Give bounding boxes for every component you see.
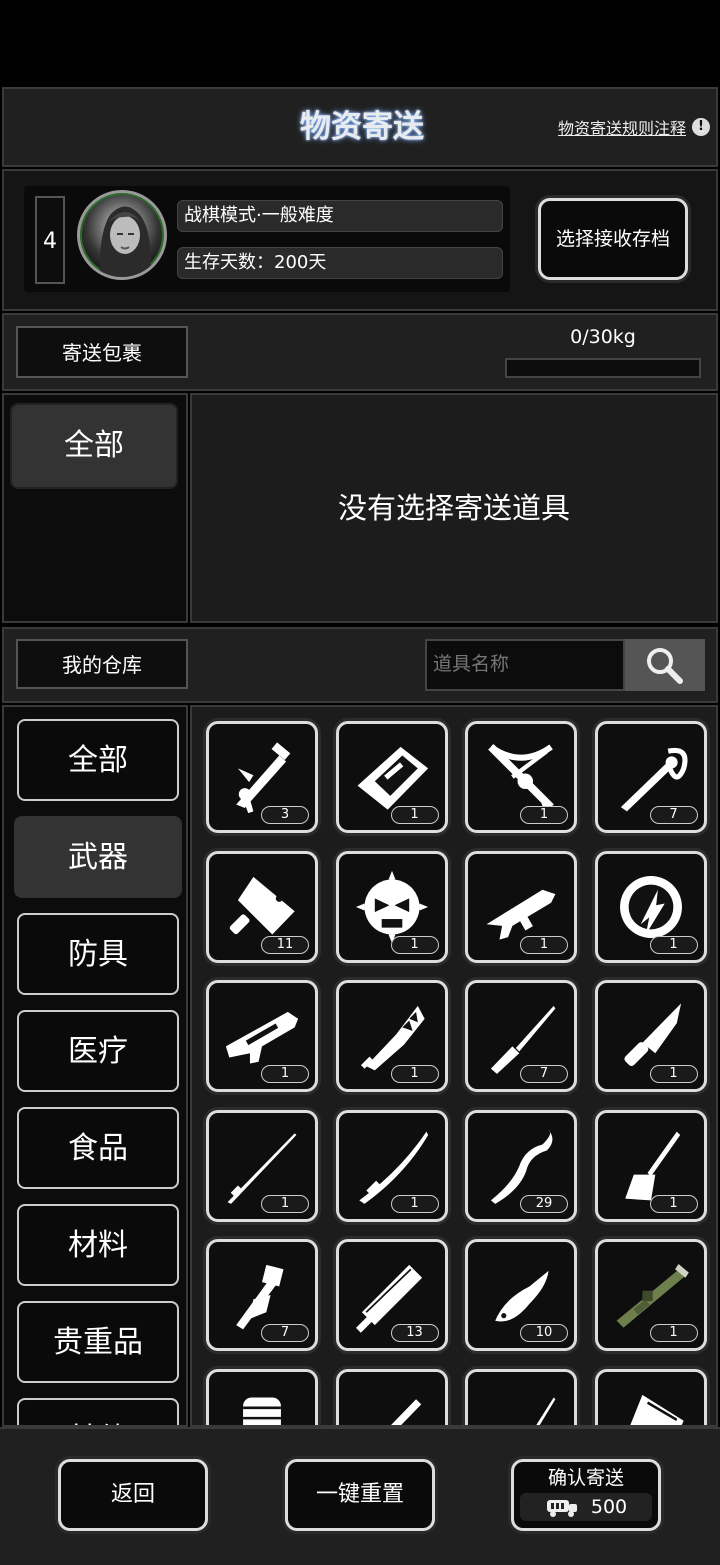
item-slot[interactable]: 3 [206,721,318,833]
item-count-badge: 1 [649,935,698,954]
category-2[interactable]: 防具 [17,913,179,995]
item-slot[interactable]: 11 [206,850,318,963]
item-count-badge: 7 [649,806,698,824]
item-count-badge: 1 [520,806,568,824]
back-button[interactable]: 返回 [58,1459,208,1531]
item-slot[interactable]: 1 [594,850,707,963]
info-icon: ! [692,118,710,136]
category-4[interactable]: 食品 [17,1107,179,1189]
item-count-badge: 7 [520,1065,568,1083]
category-7[interactable]: 其他 [17,1398,179,1425]
rules-link-label: 物资寄送规则注释 [557,119,686,138]
item-count-badge: 1 [520,935,568,954]
category-0[interactable]: 全部 [17,719,179,801]
item-slot[interactable]: 1 [206,1109,318,1222]
warehouse-tab[interactable]: 我的仓库 [16,639,188,689]
power-fist-icon [243,1396,281,1425]
item-count-badge: 1 [390,935,439,954]
package-tab[interactable]: 寄送包裹 [16,326,188,378]
item-count-badge: 7 [261,1324,309,1342]
top-header: 物资寄送 物资寄送规则注释 ! [2,87,718,167]
item-count-badge: 10 [520,1324,568,1342]
item-slot[interactable]: 1 [335,980,448,1092]
item-count-badge: 1 [390,806,439,824]
item-slot[interactable]: 1 [594,1109,707,1222]
item-count-badge: 1 [390,1065,439,1083]
item-slot[interactable]: 1 [335,721,448,833]
item-slot[interactable]: 1 [335,1109,448,1222]
select-save-button[interactable]: 选择接收存档 [538,198,688,280]
category-5[interactable]: 材料 [17,1204,179,1286]
confirm-send-label: 确认寄送 [547,1467,624,1489]
item-slot[interactable]: 7 [206,1239,318,1351]
rules-link[interactable]: 物资寄送规则注释 ! [558,115,710,139]
item-slot[interactable] [206,1368,318,1425]
item-slot[interactable]: 10 [465,1239,577,1351]
game-mode-label: 战棋模式·一般难度 [177,200,503,232]
item-slot[interactable]: 1 [335,850,448,963]
thin-spike-icon [535,1396,556,1425]
item-count-badge: 1 [649,1065,698,1083]
package-empty-message: 没有选择寄送道具 [190,393,718,623]
confirm-send-button[interactable]: 确认寄送 500 [511,1459,661,1531]
syringe-gun-icon [382,1398,421,1425]
item-slot[interactable] [594,1368,707,1425]
item-slot[interactable] [465,1368,577,1425]
save-slot-number: 4 [35,196,65,284]
category-1[interactable]: 武器 [14,816,182,898]
cost-badge: 500 [520,1493,652,1521]
item-count-badge: 1 [261,1065,309,1083]
riot-shield-icon [629,1394,684,1425]
item-search-input[interactable] [425,639,625,691]
search-icon [647,648,683,684]
package-weight-text: 0/30kg [570,326,636,348]
item-count-badge: 3 [261,806,309,824]
item-count-badge: 1 [390,1194,439,1213]
item-slot[interactable]: 7 [594,721,707,833]
category-3[interactable]: 医疗 [17,1010,179,1092]
item-slot[interactable] [335,1368,448,1425]
supply-truck-icon [546,1500,577,1517]
item-count-badge: 11 [261,935,309,954]
item-slot[interactable]: 29 [465,1109,577,1222]
item-slot[interactable]: 1 [465,850,577,963]
item-grid: 3 1 1 7 11 1 1 1 1 1 7 1 1 1 29 1 7 13 10 1 [190,705,718,1427]
item-slot[interactable]: 13 [335,1239,448,1351]
category-column: 全部武器防具医疗食品材料贵重品其他 [2,705,188,1427]
item-count-badge: 1 [261,1194,309,1213]
item-slot[interactable]: 1 [206,980,318,1092]
item-count-badge: 29 [520,1194,568,1213]
package-weight-bar [505,358,701,378]
item-count-badge: 1 [649,1324,698,1342]
item-slot[interactable]: 1 [465,721,577,833]
search-button[interactable] [625,639,705,691]
reset-button[interactable]: 一键重置 [285,1459,435,1531]
survival-days-label: 生存天数：200天 [177,247,503,279]
item-slot[interactable]: 1 [594,1239,707,1351]
item-count-badge: 13 [390,1324,439,1342]
item-slot[interactable]: 7 [465,980,577,1092]
character-avatar [77,190,167,280]
category-6[interactable]: 贵重品 [17,1301,179,1383]
package-filter-all[interactable]: 全部 [10,403,178,489]
item-count-badge: 1 [649,1194,698,1213]
item-slot[interactable]: 1 [594,980,707,1092]
cost-value: 500 [590,1496,628,1518]
